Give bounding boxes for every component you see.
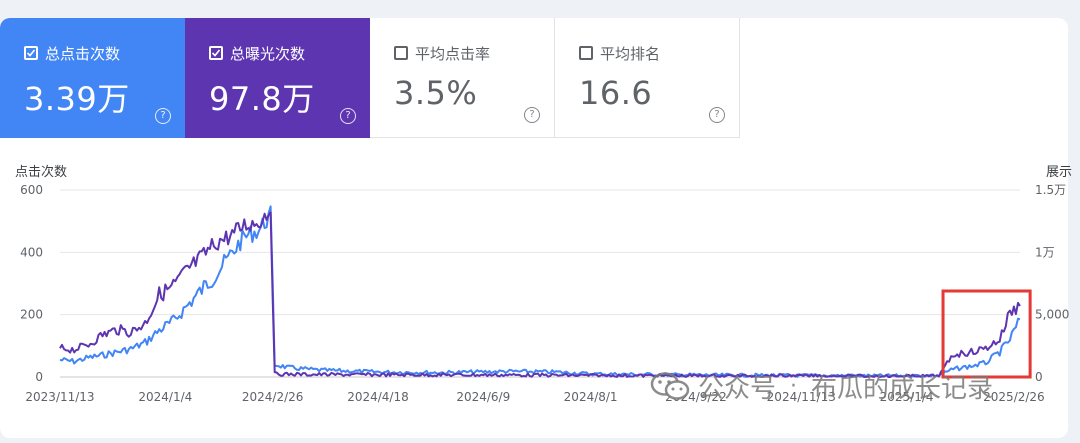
performance-chart: 点击次数 展示 0 0 200 5,000 400 1万 600 1.5万 2023/11/13… [15,164,1072,404]
y-axis-left-title: 点击次数 [15,164,67,180]
y-tick-left-label: 600 [20,183,43,197]
x-tick-label: 2024/9/22 [665,390,727,404]
y-tick-right-label: 5,000 [1035,308,1069,322]
x-tick-label: 2025/2/26 [983,390,1045,404]
y-tick-left-label: 200 [20,308,43,322]
y-tick-left-label: 0 [35,370,43,384]
y-axis-right-title: 展示 [1046,165,1072,180]
clicks-series-line [59,205,1021,378]
x-tick-label: 2024/6/9 [456,390,510,404]
impressions-series-line [59,211,1021,378]
x-tick-label: 2024/11/13 [767,390,836,404]
x-tick-label: 2024/1/4 [138,390,192,404]
x-tick-label: 2024/2/26 [242,390,304,404]
y-tick-right-label: 1.5万 [1035,183,1066,197]
x-tick-label: 2025/1/4 [880,390,934,404]
x-tick-label: 2023/11/13 [25,390,94,404]
y-tick-left-label: 400 [20,245,43,259]
x-tick-label: 2024/4/18 [347,390,409,404]
y-tick-right-label: 1万 [1035,245,1055,259]
x-tick-label: 2024/8/1 [564,390,618,404]
y-tick-right-label: 0 [1035,370,1043,384]
